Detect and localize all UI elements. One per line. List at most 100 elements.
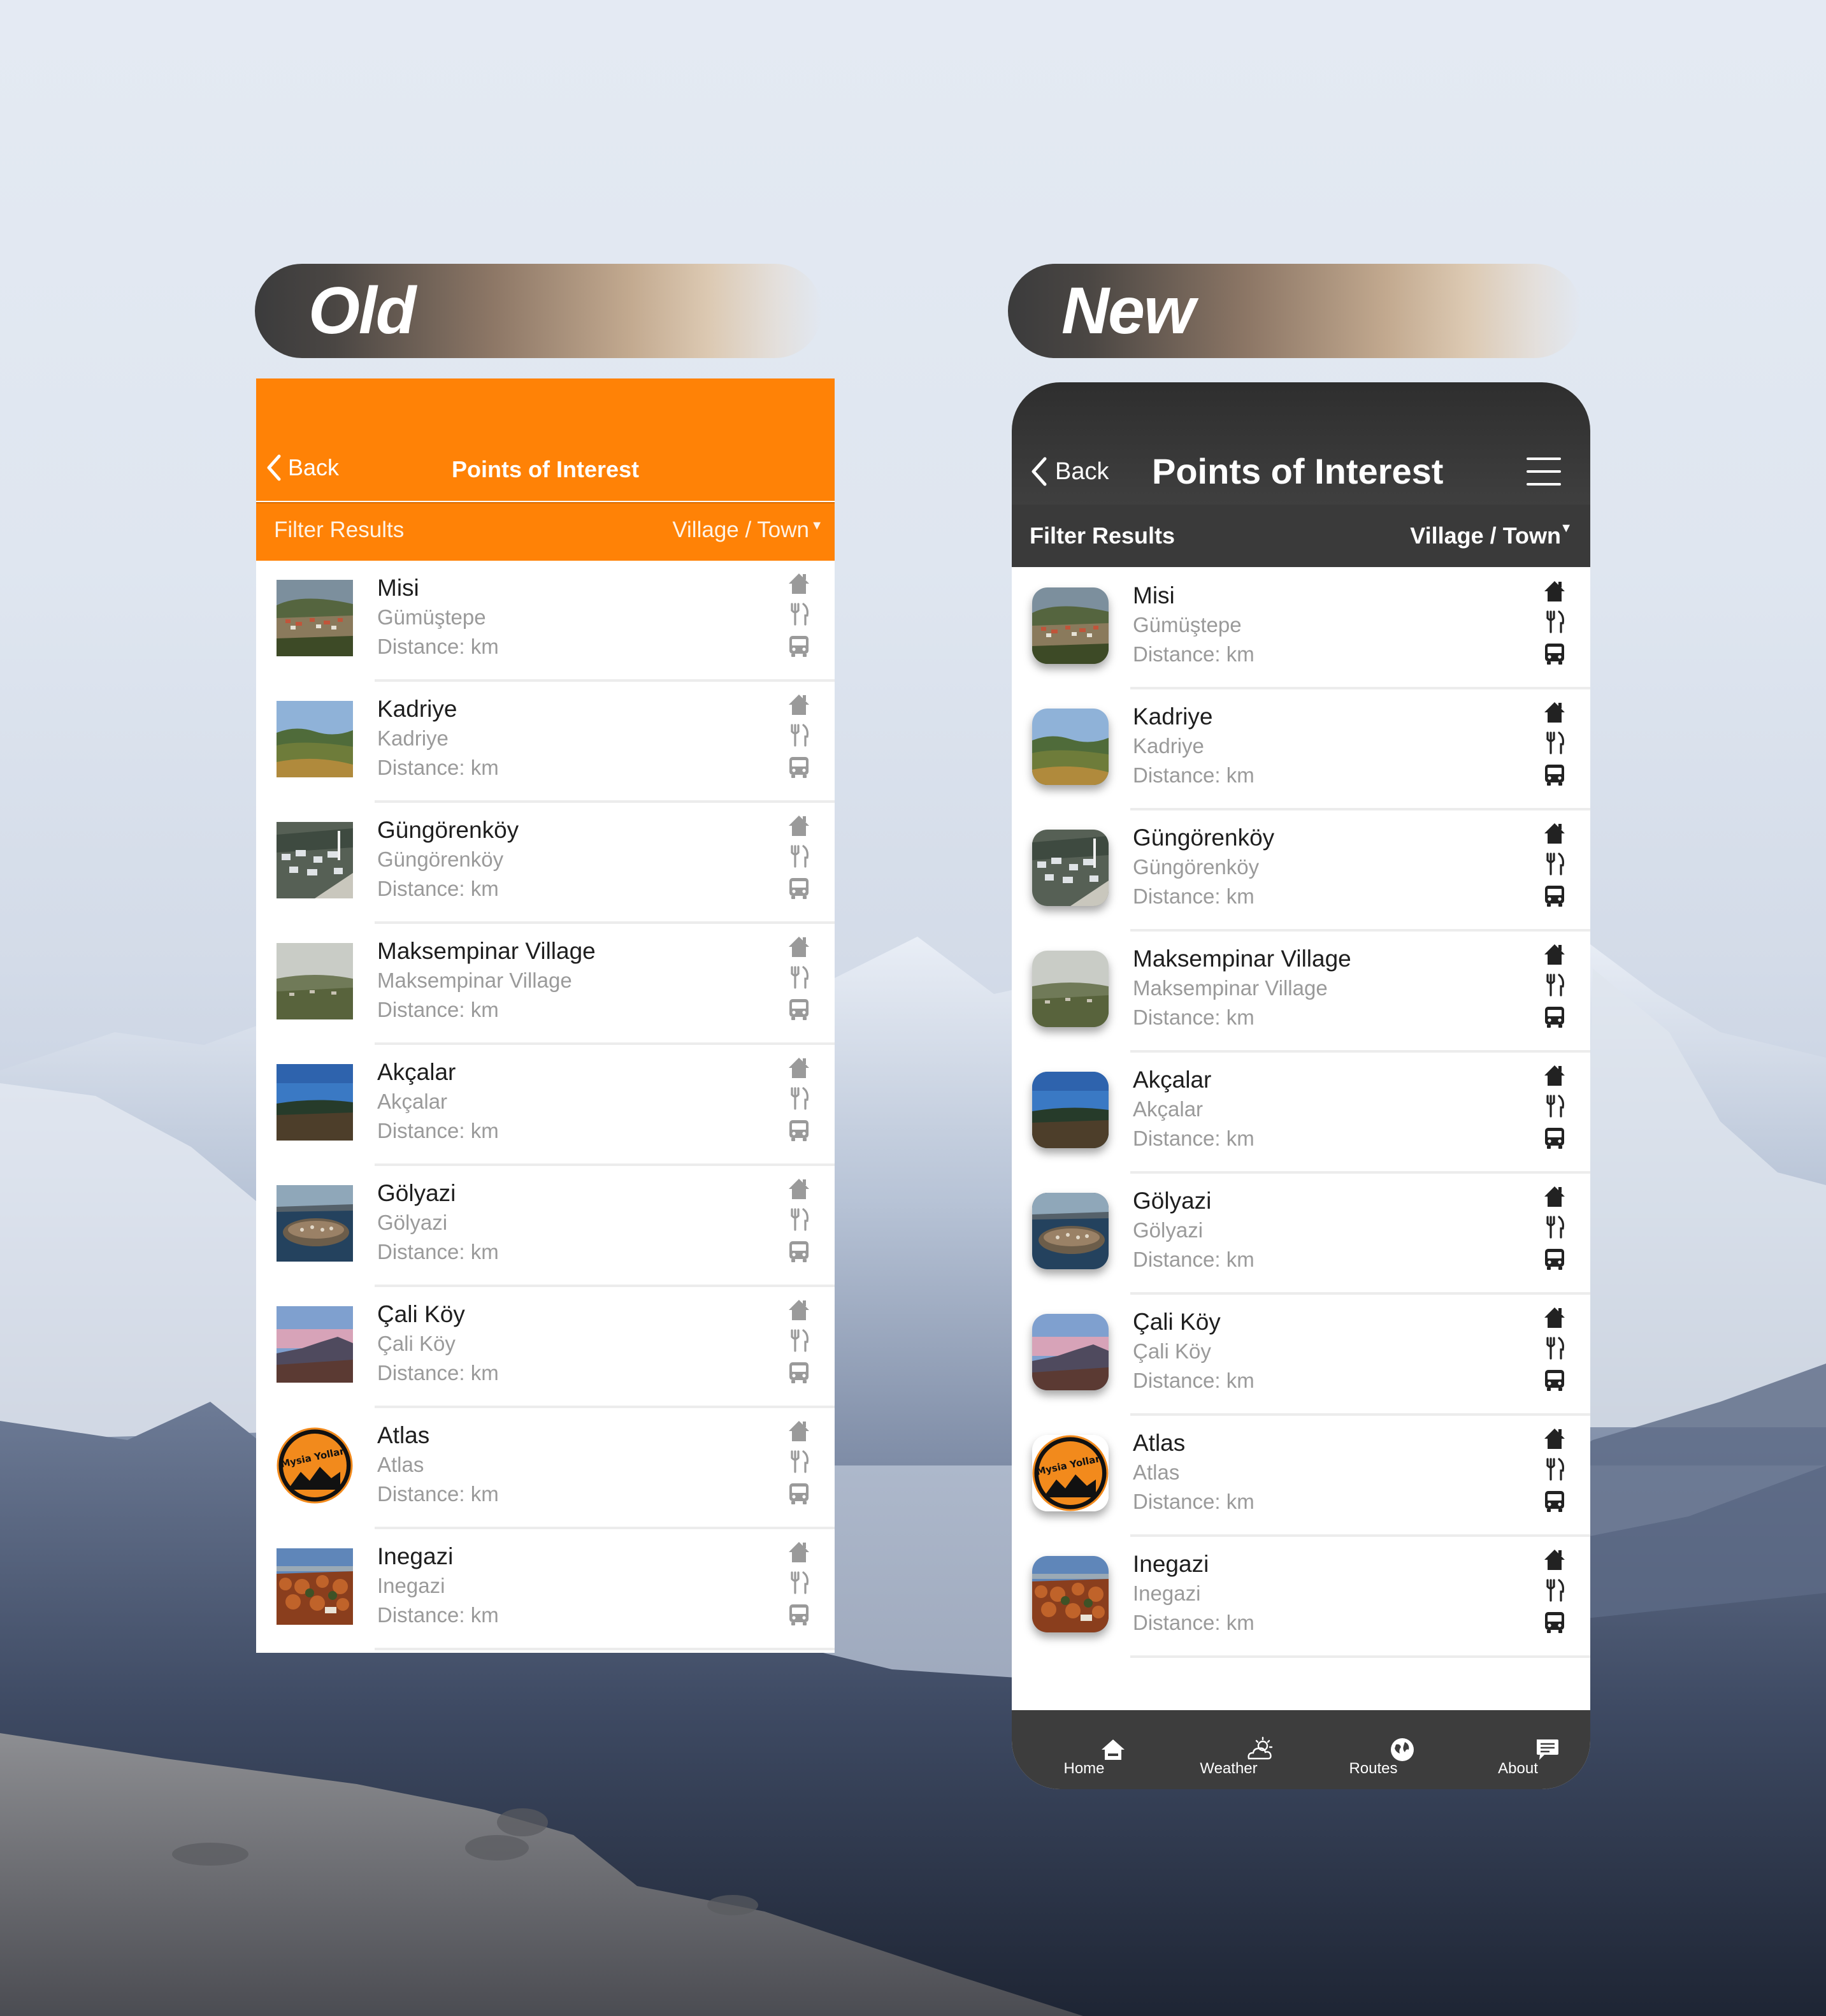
poi-row[interactable]: Kadriye Kadriye Distance: km <box>256 682 835 803</box>
filter-bar[interactable]: Filter Results Village / Town ▼ <box>1012 505 1590 567</box>
poi-distance: Distance: km <box>1133 763 1254 787</box>
bus-icon[interactable] <box>786 1239 812 1264</box>
fork-knife-icon[interactable] <box>786 1207 812 1232</box>
fork-knife-icon[interactable] <box>786 1570 812 1595</box>
fork-knife-icon[interactable] <box>1542 1093 1567 1119</box>
fork-knife-icon[interactable] <box>786 601 812 627</box>
nav-tab-home[interactable]: Home <box>1012 1710 1156 1789</box>
nav-tab-routes[interactable]: Routes <box>1301 1710 1446 1789</box>
poi-row[interactable]: Mysia Yolları Atlas Atlas Distance: km <box>1012 1416 1590 1537</box>
back-button[interactable]: Back <box>1030 456 1109 487</box>
nav-tab-about[interactable]: About <box>1446 1710 1590 1789</box>
poi-subtitle: Gümüştepe <box>377 605 486 629</box>
poi-row[interactable]: Çali Köy Çali Köy Distance: km <box>1012 1295 1590 1416</box>
home-icon[interactable] <box>1542 1547 1567 1573</box>
home-icon[interactable] <box>786 1176 812 1202</box>
poi-row[interactable]: Gölyazi Gölyazi Distance: km <box>1012 1174 1590 1295</box>
bus-icon[interactable] <box>786 633 812 659</box>
home-icon[interactable] <box>1542 579 1567 604</box>
bus-icon[interactable] <box>786 1481 812 1506</box>
poi-row[interactable]: Gölyazi Gölyazi Distance: km <box>256 1166 835 1287</box>
fork-knife-icon[interactable] <box>786 844 812 869</box>
bus-icon[interactable] <box>1542 641 1567 666</box>
poi-distance: Distance: km <box>1133 1611 1254 1634</box>
poi-row[interactable]: Güngörenköy Güngörenköy Distance: km <box>256 803 835 924</box>
fork-knife-icon[interactable] <box>1542 851 1567 877</box>
hamburger-menu-icon[interactable] <box>1527 457 1561 486</box>
bus-icon[interactable] <box>1542 1004 1567 1030</box>
poi-subtitle: Gümüştepe <box>1133 613 1242 637</box>
home-icon[interactable] <box>786 813 812 839</box>
home-icon[interactable] <box>1542 1426 1567 1451</box>
poi-row[interactable]: Maksempinar Village Maksempinar Village Di… <box>256 924 835 1045</box>
poi-thumbnail <box>277 701 353 777</box>
fork-knife-icon[interactable] <box>1542 1214 1567 1240</box>
poi-distance: Distance: km <box>1133 1490 1254 1513</box>
bus-icon[interactable] <box>786 754 812 780</box>
bus-icon[interactable] <box>786 1360 812 1385</box>
bus-icon[interactable] <box>1542 762 1567 788</box>
poi-row[interactable]: Misi Gümüştepe Distance: km <box>1012 568 1590 689</box>
poi-thumbnail <box>277 1185 353 1262</box>
fork-knife-icon[interactable] <box>1542 1578 1567 1603</box>
bus-icon[interactable] <box>1542 1246 1567 1272</box>
fork-knife-icon[interactable] <box>1542 972 1567 998</box>
fork-knife-icon[interactable] <box>1542 609 1567 635</box>
home-icon[interactable] <box>786 1055 812 1081</box>
fork-knife-icon[interactable] <box>1542 730 1567 756</box>
bus-icon[interactable] <box>1542 1609 1567 1635</box>
nav-tab-label: Home <box>1063 1760 1105 1777</box>
bus-icon[interactable] <box>786 1118 812 1143</box>
filter-value[interactable]: Village / Town <box>672 517 809 543</box>
home-icon[interactable] <box>1542 942 1567 967</box>
poi-distance: Distance: km <box>1133 642 1254 666</box>
poi-subtitle: Çali Köy <box>1133 1339 1211 1363</box>
home-icon[interactable] <box>786 1539 812 1565</box>
filter-value[interactable]: Village / Town <box>1410 522 1561 549</box>
poi-row[interactable]: Inegazi Inegazi Distance: km <box>1012 1537 1590 1658</box>
fork-knife-icon[interactable] <box>786 965 812 990</box>
new-screen: Back Points of Interest Filter Results V… <box>1012 382 1590 1789</box>
poi-row[interactable]: Misi Gümüştepe Distance: km <box>256 561 835 682</box>
poi-subtitle: Akçalar <box>377 1090 448 1113</box>
fork-knife-icon[interactable] <box>786 1086 812 1111</box>
filter-bar[interactable]: Filter Results Village / Town ▼ <box>256 502 835 561</box>
poi-subtitle: Atlas <box>1133 1460 1180 1484</box>
home-icon[interactable] <box>1542 700 1567 725</box>
bus-icon[interactable] <box>1542 1125 1567 1151</box>
poi-row[interactable]: Akçalar Akçalar Distance: km <box>256 1045 835 1166</box>
fork-knife-icon[interactable] <box>786 1449 812 1474</box>
home-icon[interactable] <box>786 934 812 960</box>
fork-knife-icon[interactable] <box>786 723 812 748</box>
poi-row[interactable]: Mysia Yolları Atlas Atlas Distance: km <box>256 1408 835 1529</box>
fork-knife-icon[interactable] <box>1542 1457 1567 1482</box>
bus-icon[interactable] <box>786 997 812 1022</box>
poi-name: Maksempinar Village <box>1133 946 1351 972</box>
home-icon[interactable] <box>786 1297 812 1323</box>
nav-tab-weather[interactable]: Weather <box>1156 1710 1301 1789</box>
poi-row[interactable]: Kadriye Kadriye Distance: km <box>1012 689 1590 810</box>
home-icon[interactable] <box>1542 1305 1567 1330</box>
poi-row[interactable]: Inegazi Inegazi Distance: km <box>256 1529 835 1650</box>
poi-row[interactable]: Maksempinar Village Maksempinar Village Di… <box>1012 932 1590 1053</box>
bus-icon[interactable] <box>786 875 812 901</box>
poi-row[interactable]: Güngörenköy Güngörenköy Distance: km <box>1012 810 1590 932</box>
bus-icon[interactable] <box>1542 1488 1567 1514</box>
bus-icon[interactable] <box>786 1602 812 1627</box>
bus-icon[interactable] <box>1542 883 1567 909</box>
home-icon[interactable] <box>786 571 812 596</box>
poi-row[interactable]: Çali Köy Çali Köy Distance: km <box>256 1287 835 1408</box>
fork-knife-icon[interactable] <box>1542 1336 1567 1361</box>
poi-row[interactable]: Akçalar Akçalar Distance: km <box>1012 1053 1590 1174</box>
home-icon[interactable] <box>786 1418 812 1444</box>
home-icon[interactable] <box>1542 821 1567 846</box>
home-icon[interactable] <box>786 692 812 717</box>
poi-list: Misi Gümüştepe Distance: km Kadriye Kadriye D… <box>1012 568 1590 1658</box>
home-icon[interactable] <box>1542 1184 1567 1209</box>
poi-name: Atlas <box>1133 1430 1186 1456</box>
poi-thumbnail <box>1032 1314 1109 1390</box>
home-icon[interactable] <box>1542 1063 1567 1088</box>
bus-icon[interactable] <box>1542 1367 1567 1393</box>
old-label-pill: Old <box>255 264 822 358</box>
fork-knife-icon[interactable] <box>786 1328 812 1353</box>
